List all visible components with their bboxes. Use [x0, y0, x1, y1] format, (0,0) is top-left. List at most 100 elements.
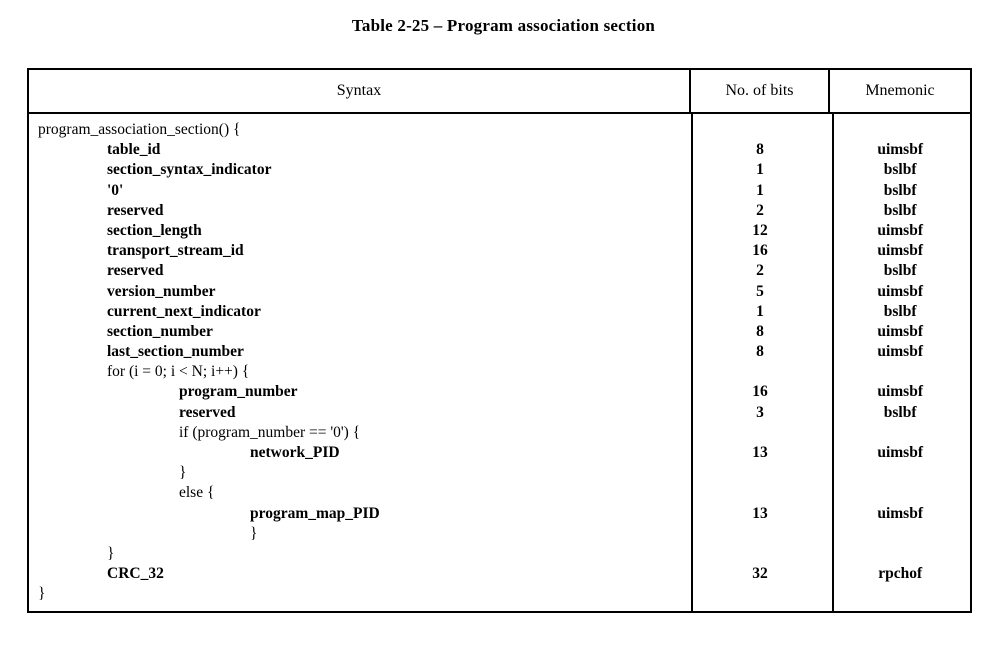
no-of-bits-cell	[690, 544, 831, 564]
no-of-bits-cell: 16	[752, 383, 768, 401]
mnemonic-cell: uimsbf	[877, 343, 923, 361]
table-row: transport_stream_id 16 uimsbf	[29, 241, 970, 261]
no-of-bits-cell: 16	[752, 242, 768, 260]
syntax-cell: reserved	[29, 201, 690, 221]
mnemonic-cell: bslbf	[883, 403, 917, 421]
program-association-section-table: Syntax No. of bits Mnemonic program_asso…	[27, 68, 972, 613]
no-of-bits-cell	[690, 362, 831, 382]
mnemonic-cell: uimsbf	[877, 282, 923, 300]
document-page: Table 2-25 – Program association section…	[0, 0, 1007, 651]
syntax-keyword: if (program_number == '0') {	[179, 423, 361, 441]
syntax-field-name: section_number	[107, 322, 213, 340]
syntax-keyword: else {	[179, 484, 215, 502]
syntax-keyword: program_association_section() {	[38, 121, 241, 138]
table-row: section_number 8 uimsbf	[29, 322, 970, 342]
syntax-cell: else {	[29, 483, 690, 503]
table-row: '0' 1 bslbf	[29, 181, 970, 201]
mnemonic-cell: uimsbf	[877, 322, 923, 340]
syntax-field-name: reserved	[107, 201, 164, 219]
table-row: network_PID 13 uimsbf	[29, 443, 970, 463]
table-row: }	[29, 544, 970, 564]
syntax-cell: }	[29, 524, 690, 544]
mnemonic-cell	[830, 362, 970, 382]
syntax-field-name: CRC_32	[107, 565, 164, 583]
mnemonic-cell: rpchof	[878, 565, 923, 583]
no-of-bits-cell: 8	[756, 343, 764, 361]
syntax-cell: section_length	[29, 221, 690, 241]
mnemonic-cell: bslbf	[883, 262, 917, 280]
mnemonic-cell: uimsbf	[877, 444, 923, 461]
syntax-cell: program_association_section() {	[29, 120, 690, 140]
table-header-row: Syntax No. of bits Mnemonic	[29, 70, 970, 114]
mnemonic-cell: uimsbf	[877, 141, 923, 159]
table-row: program_number 16 uimsbf	[29, 382, 970, 402]
no-of-bits-cell: 5	[756, 282, 764, 300]
no-of-bits-cell	[690, 483, 831, 503]
no-of-bits-cell: 1	[756, 302, 764, 320]
syntax-keyword: }	[250, 524, 258, 542]
syntax-cell: transport_stream_id	[29, 241, 690, 261]
table-row-list: program_association_section() { table_id 8…	[29, 114, 970, 605]
mnemonic-cell: bslbf	[883, 181, 917, 199]
no-of-bits-cell	[690, 120, 831, 140]
syntax-keyword: for (i = 0; i < N; i++) {	[107, 363, 250, 381]
mnemonic-cell: bslbf	[883, 161, 917, 179]
no-of-bits-cell: 2	[756, 201, 764, 219]
syntax-cell: program_number	[29, 382, 690, 402]
no-of-bits-cell: 1	[756, 181, 764, 199]
mnemonic-cell: uimsbf	[877, 221, 923, 239]
mnemonic-cell: uimsbf	[877, 242, 923, 260]
syntax-cell: if (program_number == '0') {	[29, 423, 690, 443]
syntax-field-name: section_syntax_indicator	[107, 161, 272, 179]
syntax-cell: '0'	[29, 181, 690, 201]
syntax-cell: }	[29, 463, 690, 483]
table-row: }	[29, 463, 970, 483]
table-row: section_length 12 uimsbf	[29, 221, 970, 241]
syntax-cell: }	[29, 584, 690, 604]
table-row: last_section_number 8 uimsbf	[29, 342, 970, 362]
table-row: version_number 5 uimsbf	[29, 282, 970, 302]
no-of-bits-cell	[690, 423, 831, 443]
syntax-cell: last_section_number	[29, 342, 690, 362]
mnemonic-cell	[830, 584, 970, 604]
syntax-cell: CRC_32	[29, 564, 690, 584]
syntax-cell: section_number	[29, 322, 690, 342]
mnemonic-cell: bslbf	[883, 302, 917, 320]
table-row: reserved 2 bslbf	[29, 201, 970, 221]
column-header-syntax: Syntax	[29, 70, 691, 112]
syntax-field-name: program_number	[179, 383, 298, 401]
syntax-field-name: current_next_indicator	[107, 302, 261, 320]
syntax-cell: for (i = 0; i < N; i++) {	[29, 362, 690, 382]
mnemonic-cell	[830, 524, 970, 544]
syntax-cell: reserved	[29, 261, 690, 281]
table-row: reserved 3 bslbf	[29, 403, 970, 423]
syntax-keyword: }	[179, 464, 187, 482]
syntax-field-name: reserved	[179, 403, 236, 421]
table-row: reserved 2 bslbf	[29, 261, 970, 281]
syntax-cell: }	[29, 544, 690, 564]
no-of-bits-cell: 13	[752, 504, 768, 522]
mnemonic-cell: uimsbf	[877, 383, 923, 401]
column-header-no-of-bits: No. of bits	[691, 70, 830, 112]
mnemonic-cell: uimsbf	[877, 504, 923, 522]
syntax-field-name: '0'	[107, 181, 124, 199]
no-of-bits-cell: 8	[756, 141, 764, 159]
table-caption: Table 2-25 – Program association section	[351, 16, 656, 35]
table-row: section_syntax_indicator 1 bslbf	[29, 160, 970, 180]
column-header-mnemonic: Mnemonic	[865, 82, 935, 99]
table-row: }	[29, 524, 970, 544]
no-of-bits-cell: 3	[756, 403, 764, 421]
syntax-field-name: table_id	[107, 141, 161, 159]
no-of-bits-cell: 12	[752, 221, 768, 239]
table-body: program_association_section() { table_id 8…	[29, 114, 970, 611]
syntax-cell: table_id	[29, 140, 690, 160]
table-row: }	[29, 584, 970, 604]
syntax-field-name: section_length	[107, 221, 202, 239]
syntax-cell: program_map_PID	[29, 504, 690, 524]
no-of-bits-cell	[690, 584, 831, 604]
table-row: program_association_section() {	[29, 120, 970, 140]
no-of-bits-cell: 32	[752, 565, 768, 583]
no-of-bits-cell: 8	[756, 322, 764, 340]
syntax-field-name: reserved	[107, 262, 164, 280]
syntax-field-name: transport_stream_id	[107, 242, 244, 260]
